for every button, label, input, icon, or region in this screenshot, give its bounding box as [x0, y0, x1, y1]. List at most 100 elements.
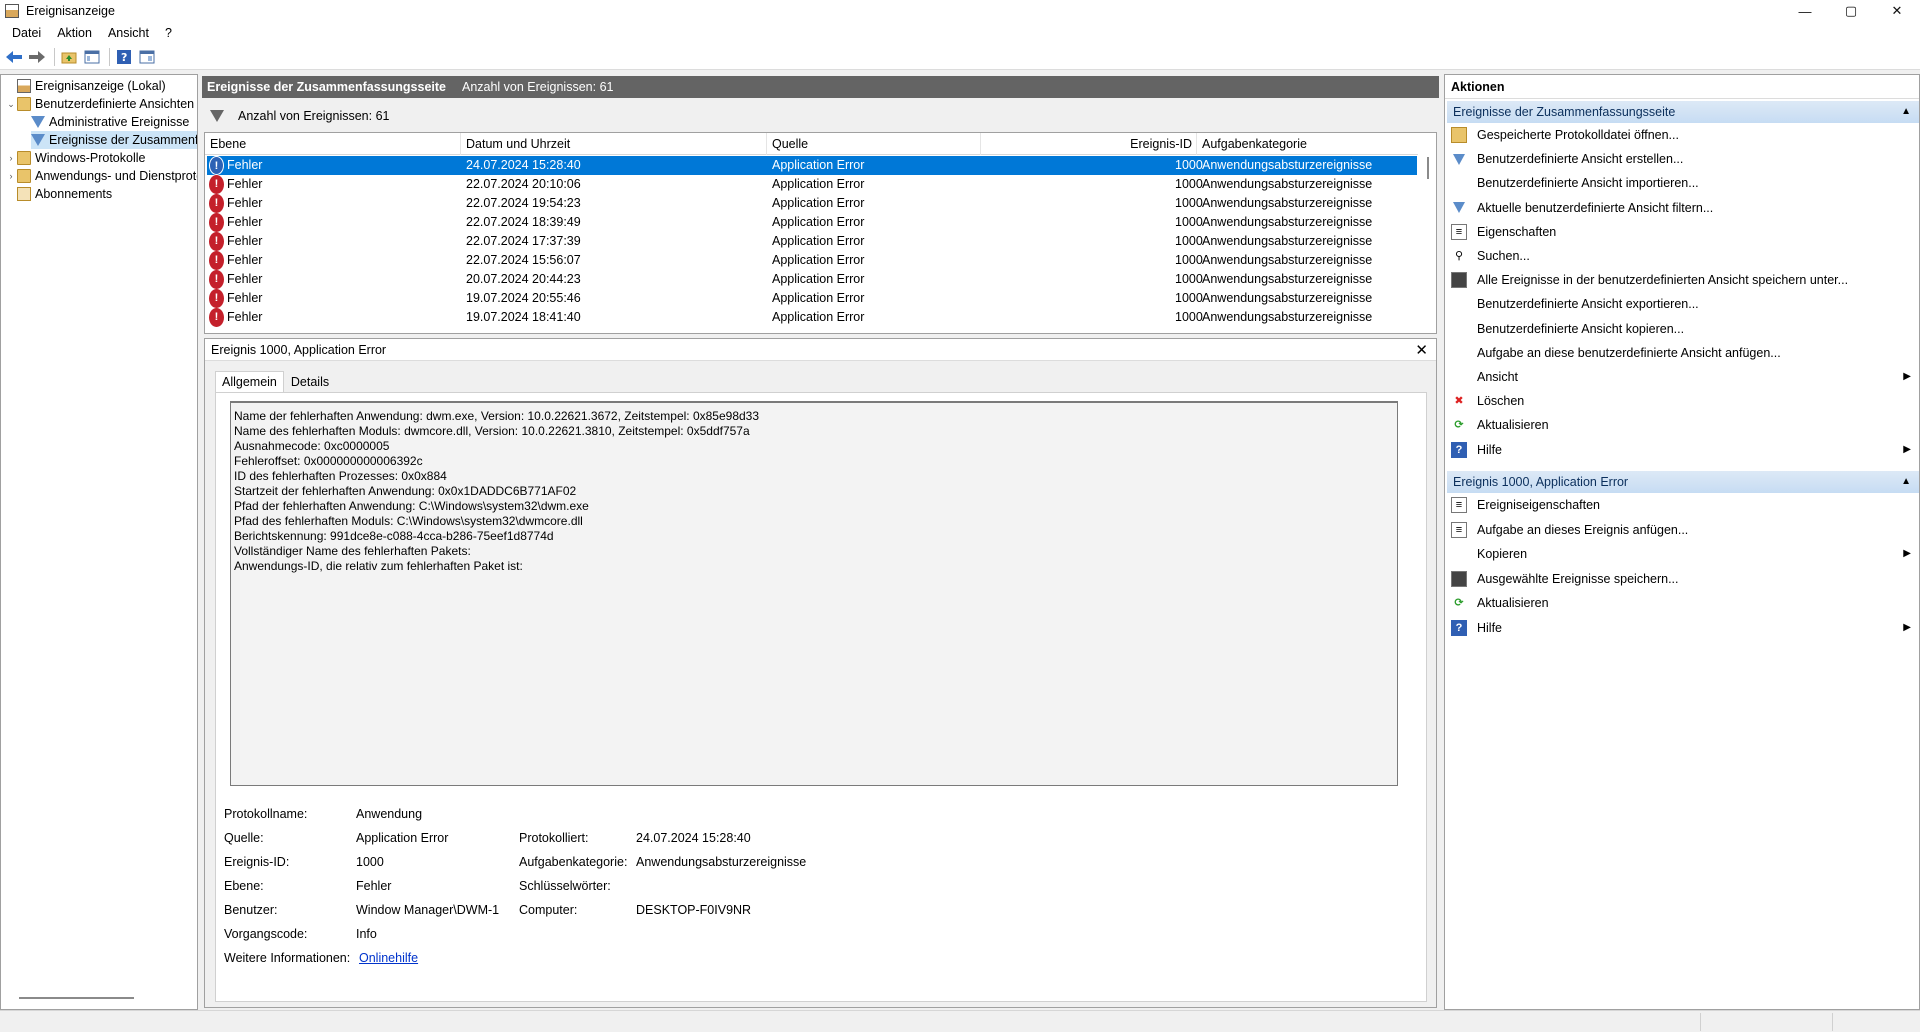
chevron-right-icon[interactable]: ›: [5, 171, 17, 181]
table-row[interactable]: ! Fehler 22.07.2024 19:54:23 Application…: [207, 194, 1417, 213]
chevron-right-icon: ▶: [1903, 548, 1911, 560]
row-level: Fehler: [227, 177, 263, 191]
action-item[interactable]: Benutzerdefinierte Ansicht erstellen...: [1451, 149, 1911, 169]
action-item[interactable]: ? Hilfe ▶: [1451, 618, 1911, 638]
row-event-id: 1000: [1175, 253, 1203, 267]
column-header-level[interactable]: Ebene: [205, 133, 461, 155]
help-button[interactable]: ?: [114, 47, 134, 67]
horizontal-scrollbar[interactable]: [19, 997, 134, 999]
table-row[interactable]: ! Fehler 24.07.2024 15:28:40 Application…: [207, 156, 1417, 175]
up-folder-button[interactable]: [59, 47, 79, 67]
navigation-tree: Ereignisanzeige (Lokal) ⌄ Benutzerdefini…: [0, 74, 198, 1010]
action-item[interactable]: Aktuelle benutzerdefinierte Ansicht filt…: [1451, 198, 1911, 218]
tree-item-event-viewer-local[interactable]: Ereignisanzeige (Lokal): [5, 77, 166, 95]
folder-up-icon: [61, 52, 77, 63]
column-header-task-category[interactable]: Aufgabenkategorie: [1197, 133, 1418, 155]
chevron-right-icon[interactable]: ›: [5, 153, 17, 163]
action-item[interactable]: Aufgabe an diese benutzerdefinierte Ansi…: [1451, 343, 1911, 363]
tree-item-administrative-events[interactable]: Administrative Ereignisse: [31, 113, 189, 131]
action-item[interactable]: ≡ Aufgabe an dieses Ereignis anfügen...: [1451, 520, 1911, 540]
label-protokolliert: Protokolliert:: [519, 831, 589, 845]
column-header-source[interactable]: Quelle: [767, 133, 981, 155]
chevron-right-icon: ▶: [1903, 443, 1911, 455]
action-item[interactable]: ✖ Löschen: [1451, 391, 1911, 411]
chevron-down-icon[interactable]: ⌄: [5, 99, 17, 110]
action-item[interactable]: ⟳ Aktualisieren: [1451, 415, 1911, 435]
actions-title: Aktionen: [1445, 75, 1919, 99]
row-date: 22.07.2024 18:39:49: [466, 215, 581, 229]
close-window-button[interactable]: ✕: [1874, 0, 1920, 22]
action-item[interactable]: ⟳ Aktualisieren: [1451, 593, 1911, 613]
close-icon[interactable]: ✕: [1415, 341, 1428, 359]
tree-item-subscriptions[interactable]: Abonnements: [5, 185, 112, 203]
table-row[interactable]: ! Fehler 19.07.2024 20:55:46 Application…: [207, 289, 1417, 308]
filter-icon: [1453, 202, 1465, 214]
error-icon: !: [209, 270, 224, 289]
binoculars-icon: ⚲: [1454, 250, 1464, 262]
action-item[interactable]: Benutzerdefinierte Ansicht importieren..…: [1451, 173, 1911, 193]
column-header-event-id[interactable]: Ereignis-ID: [981, 133, 1197, 155]
menu-datei[interactable]: Datei: [4, 26, 49, 40]
forward-button[interactable]: [27, 47, 47, 67]
description-line: Name des fehlerhaften Moduls: dwmcore.dl…: [234, 424, 750, 438]
action-item[interactable]: Benutzerdefinierte Ansicht exportieren..…: [1451, 294, 1911, 314]
error-icon: !: [209, 156, 224, 175]
event-description[interactable]: Name der fehlerhaften Anwendung: dwm.exe…: [230, 401, 1398, 786]
tab-details[interactable]: Details: [284, 371, 336, 393]
filter-icon: [1453, 153, 1465, 165]
row-event-id: 1000: [1175, 196, 1203, 210]
action-item[interactable]: ? Hilfe ▶: [1451, 440, 1911, 460]
menu-aktion[interactable]: Aktion: [49, 26, 100, 40]
action-item[interactable]: Benutzerdefinierte Ansicht kopieren...: [1451, 319, 1911, 339]
scrollbar-thumb[interactable]: [1427, 157, 1429, 179]
action-item[interactable]: Gespeicherte Protokolldatei öffnen...: [1451, 125, 1911, 145]
action-item-label: Hilfe: [1477, 621, 1503, 635]
table-row[interactable]: ! Fehler 22.07.2024 15:56:07 Application…: [207, 251, 1417, 270]
column-header-date[interactable]: Datum und Uhrzeit: [461, 133, 767, 155]
actions-section-event-1000[interactable]: Ereignis 1000, Application Error ▲: [1447, 471, 1919, 493]
action-item-label: Benutzerdefinierte Ansicht kopieren...: [1477, 321, 1685, 336]
refresh-icon: ⟳: [1454, 419, 1464, 432]
row-level: Fehler: [227, 196, 263, 210]
online-help-link[interactable]: Onlinehilfe: [359, 951, 418, 965]
menu-ansicht[interactable]: Ansicht: [100, 26, 157, 40]
value-vorgangscode: Info: [356, 927, 377, 941]
filter-icon: [31, 134, 45, 146]
show-action-pane-button[interactable]: [137, 47, 157, 67]
chevron-up-icon[interactable]: ▲: [1901, 471, 1911, 493]
tree-item-application-service-logs[interactable]: › Anwendungs- und Dienstprotokolle: [5, 167, 197, 185]
tree-item-summary-page-events[interactable]: Ereignisse der Zusammenfassungsseite: [31, 131, 197, 149]
action-item[interactable]: ⚲ Suchen...: [1451, 246, 1911, 266]
folder-icon: [17, 97, 31, 111]
table-row[interactable]: ! Fehler 22.07.2024 18:39:49 Application…: [207, 213, 1417, 232]
table-row[interactable]: ! Fehler 19.07.2024 18:41:40 Application…: [207, 308, 1417, 327]
action-item[interactable]: Ausgewählte Ereignisse speichern...: [1451, 569, 1911, 589]
tab-allgemein[interactable]: Allgemein: [215, 371, 284, 393]
back-button[interactable]: [4, 47, 24, 67]
label-protokollname: Protokollname:: [224, 807, 308, 821]
action-item[interactable]: Alle Ereignisse in der benutzerdefiniert…: [1451, 270, 1911, 290]
table-row[interactable]: ! Fehler 22.07.2024 20:10:06 Application…: [207, 175, 1417, 194]
row-level: Fehler: [227, 158, 263, 172]
tree-item-windows-logs[interactable]: › Windows-Protokolle: [5, 149, 145, 167]
tree-item-custom-views[interactable]: ⌄ Benutzerdefinierte Ansichten: [5, 95, 194, 113]
show-hide-tree-button[interactable]: [82, 47, 102, 67]
minimize-button[interactable]: —: [1782, 0, 1828, 22]
action-item[interactable]: Kopieren ▶: [1451, 544, 1911, 564]
filter-icon: [31, 116, 45, 128]
label-computer: Computer:: [519, 903, 578, 917]
action-item[interactable]: Ansicht ▶: [1451, 367, 1911, 387]
filter-count-text: Anzahl von Ereignissen: 61: [238, 109, 390, 123]
menu-help[interactable]: ?: [157, 26, 180, 40]
event-list-scrollbar[interactable]: [1425, 155, 1433, 333]
actions-section-summary-events[interactable]: Ereignisse der Zusammenfassungsseite ▲: [1447, 101, 1919, 123]
description-line: Fehleroffset: 0x000000000006392c: [234, 454, 423, 468]
action-item[interactable]: ≡ Eigenschaften: [1451, 222, 1911, 242]
chevron-up-icon[interactable]: ▲: [1901, 101, 1911, 123]
table-row[interactable]: ! Fehler 22.07.2024 17:37:39 Application…: [207, 232, 1417, 251]
action-item-label: Eigenschaften: [1477, 224, 1557, 239]
table-row[interactable]: ! Fehler 20.07.2024 20:44:23 Application…: [207, 270, 1417, 289]
maximize-button[interactable]: ▢: [1828, 0, 1874, 22]
action-item[interactable]: ≡ Ereigniseigenschaften: [1451, 495, 1911, 515]
row-source: Application Error: [772, 158, 865, 172]
